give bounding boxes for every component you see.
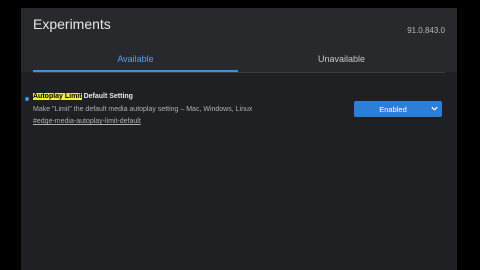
tab-divider — [33, 72, 445, 73]
flag-title: Autoplay Limit Default Setting — [33, 93, 133, 100]
tab-unavailable[interactable]: Unavailable — [238, 54, 445, 72]
flag-link[interactable]: #edge-media-autoplay-limit-default — [33, 118, 141, 125]
page-header: Experiments 91.0.843.0 Available Unavail… — [21, 8, 457, 72]
search-highlight: Autoplay Limit — [33, 93, 82, 100]
chevron-down-icon — [431, 106, 438, 111]
flag-modified-dot — [25, 97, 29, 101]
experiments-window: Experiments 91.0.843.0 Available Unavail… — [21, 8, 457, 270]
flag-description: Make "Limit" the default media autoplay … — [33, 106, 253, 113]
page-title: Experiments — [33, 16, 111, 32]
version-label: 91.0.843.0 — [407, 26, 445, 35]
flag-state-select[interactable]: Enabled — [354, 101, 442, 117]
flag-title-rest: Default Setting — [81, 93, 133, 100]
select-value: Enabled — [379, 105, 407, 114]
